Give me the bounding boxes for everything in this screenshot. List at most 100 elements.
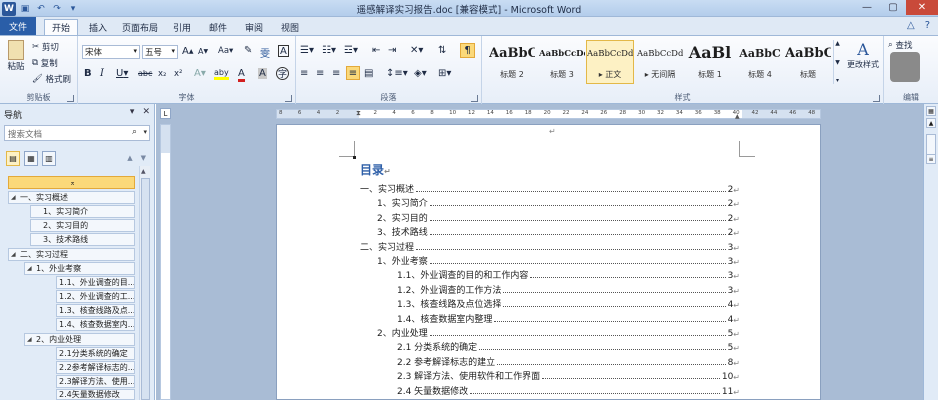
save-icon[interactable]: ▣ — [18, 2, 32, 16]
toc-entry[interactable]: 1、实习简介 2 ↵ — [377, 196, 740, 209]
word-logo-icon[interactable]: W — [2, 1, 16, 16]
styles-launcher-icon[interactable] — [873, 95, 880, 102]
font-launcher-icon[interactable] — [285, 95, 292, 102]
paste-button[interactable]: 粘贴 — [5, 40, 27, 72]
nav-heading[interactable]: 1、实习简介 — [30, 205, 135, 218]
superscript-button[interactable]: x² — [174, 69, 182, 79]
toc-entry[interactable]: 2.3 解译方法、使用软件和工作界面 10 ↵ — [397, 369, 740, 382]
chevron-down-icon[interactable]: ▾ — [143, 128, 147, 136]
expand-arrow-icon[interactable]: ◢ — [27, 336, 36, 343]
tab-review[interactable]: 审阅 — [238, 19, 270, 35]
enclose-char-button[interactable]: 字 — [276, 67, 289, 80]
search-icon[interactable]: ⌕ — [132, 127, 137, 137]
nav-heading[interactable]: 2.1分类系统的确定 — [56, 347, 135, 360]
copy-button[interactable]: ⧉ 复制 — [32, 57, 58, 69]
browse-results-icon[interactable]: ▥ — [42, 151, 56, 166]
tab-mailings[interactable]: 邮件 — [202, 19, 234, 35]
line-spacing-button[interactable]: ↕≡ ▾ — [386, 68, 408, 79]
toc-entry[interactable]: 1.2、外业调查的工作方法 3 ↵ — [397, 283, 740, 296]
nav-close-icon[interactable]: ✕ — [142, 107, 150, 117]
bold-button[interactable]: B — [84, 68, 92, 79]
tab-references[interactable]: 引用 — [166, 19, 198, 35]
toc-entry[interactable]: 2.2 参考解译标志的建立 8 ↵ — [397, 355, 740, 368]
minimize-icon[interactable]: — — [854, 0, 880, 15]
paragraph-launcher-icon[interactable] — [471, 95, 478, 102]
styles-scroll[interactable]: ▲ ▼ ▾ — [833, 40, 841, 84]
nav-heading[interactable]: ◢ 1、外业考察 — [24, 262, 135, 275]
toc-entry[interactable]: 二、实习过程 3 ↵ — [360, 240, 740, 253]
bullets-button[interactable]: ☰ ▾ — [300, 45, 314, 56]
align-right-button[interactable]: ≡ — [332, 68, 340, 79]
toc-entry[interactable]: 1.4、核查数据室内整理 4 ↵ — [397, 312, 740, 325]
vertical-ruler[interactable] — [160, 124, 171, 400]
nav-heading[interactable]: 3、技术路线 — [30, 233, 135, 246]
style-title[interactable]: AaBbC 标题 — [784, 40, 832, 84]
split-icon[interactable]: ≡ — [926, 154, 936, 164]
align-center-button[interactable]: ≡ — [316, 68, 324, 79]
nav-heading[interactable]: 1.1、外业调查的目... — [56, 276, 135, 289]
expand-arrow-icon[interactable]: ◢ — [11, 194, 20, 201]
tab-home[interactable]: 开始 — [44, 19, 78, 35]
strikethrough-button[interactable]: abc — [138, 69, 152, 78]
toc-entry[interactable]: 3、技术路线 2 ↵ — [377, 225, 740, 238]
document-scrollbar[interactable]: ▦ ▲ ≡ — [923, 104, 938, 400]
font-size-combo[interactable]: 五号 ▾ — [142, 45, 178, 59]
shrink-font-button[interactable]: A ▼ — [198, 47, 208, 56]
scroll-up-icon[interactable]: ▲ — [141, 168, 146, 175]
align-left-button[interactable]: ≡ — [300, 68, 308, 79]
cut-button[interactable]: ✂ 剪切 — [32, 41, 59, 53]
browse-pages-icon[interactable]: ▦ — [24, 151, 38, 166]
customize-icon[interactable]: ▾ — [66, 2, 80, 16]
toc-entry[interactable]: 1.1、外业调查的目的和工作内容 3 ↵ — [397, 268, 740, 281]
font-name-combo[interactable]: 宋体 ▾ — [82, 45, 140, 59]
horizontal-ruler[interactable]: 8 6 4 2 2 4 6 8 10 12 14 16 18 20 22 24 26 28 30 32 34 36 38 40… — [276, 109, 821, 120]
style-normal[interactable]: AaBbCcDd ▸ 正文 — [586, 40, 634, 84]
nav-heading[interactable]: 2.3解译方法、使用... — [56, 375, 135, 388]
nav-heading-current[interactable]: ⌅ — [8, 176, 135, 189]
sort-button[interactable]: ⇅ — [438, 45, 446, 56]
tab-file[interactable]: 文件 — [0, 17, 36, 35]
toc-entry[interactable]: 1、外业考察 3 ↵ — [377, 254, 740, 267]
close-icon[interactable]: ✕ — [906, 0, 938, 15]
borders-button[interactable]: ⊞ ▾ — [438, 68, 451, 79]
numbering-button[interactable]: ☷ ▾ — [322, 45, 336, 56]
chinese-layout-button[interactable]: ✕ ▾ — [410, 45, 423, 56]
tab-insert[interactable]: 插入 — [82, 19, 114, 35]
nav-heading[interactable]: 2.4矢量数据修改 — [56, 389, 135, 400]
nav-search-input[interactable]: 搜索文档 ⌕ ▾ — [4, 125, 150, 141]
next-heading-icon[interactable]: ▼ — [141, 154, 146, 162]
phonetic-button[interactable]: 雯 — [260, 45, 270, 60]
find-button[interactable]: ⌕ 查找 — [888, 39, 912, 51]
change-case-button[interactable]: Aa ▾ — [218, 46, 233, 56]
shading-button[interactable]: ◈ ▾ — [414, 68, 427, 79]
toc-entry[interactable]: 1.3、核查线路及点位选择 4 ↵ — [397, 297, 740, 310]
toc-entry[interactable]: 一、实习概述 2 ↵ — [360, 182, 740, 195]
distributed-button[interactable]: ▤ — [364, 68, 373, 79]
nav-heading[interactable]: ◢ 2、内业处理 — [24, 333, 135, 346]
char-shading-button[interactable]: A — [258, 68, 267, 79]
style-heading-1[interactable]: AaBl 标题 1 — [686, 40, 734, 84]
help-icon[interactable]: ? — [925, 20, 930, 31]
style-heading-2[interactable]: AaBbC 标题 2 — [488, 40, 536, 84]
previous-heading-icon[interactable]: ▲ — [127, 154, 132, 162]
redo-icon[interactable]: ↷ — [50, 2, 64, 16]
toc-entry[interactable]: 2.4 矢量数据修改 11 ↵ — [397, 384, 740, 397]
tab-selector-icon[interactable]: L — [160, 108, 171, 119]
style-no-spacing[interactable]: AaBbCcDd ▸ 无间隔 — [636, 40, 684, 84]
indent-marker-icon[interactable]: ⧗ — [356, 109, 361, 118]
nav-heading[interactable]: 1.3、核查线路及点... — [56, 304, 135, 317]
nav-menu-icon[interactable]: ▾ — [130, 107, 135, 117]
toc-entry[interactable]: 2、内业处理 5 ↵ — [377, 326, 740, 339]
text-effects-button[interactable]: A ▾ — [194, 68, 206, 79]
tab-view[interactable]: 视图 — [274, 19, 306, 35]
format-painter-button[interactable]: 🖌 格式刷 — [32, 73, 71, 85]
style-heading-4[interactable]: AaBbC 标题 4 — [736, 40, 784, 84]
toc-entry[interactable]: 2、实习目的 2 ↵ — [377, 211, 740, 224]
italic-button[interactable]: I — [100, 68, 104, 79]
subscript-button[interactable]: x₂ — [158, 69, 166, 79]
highlight-button[interactable]: aby — [214, 68, 229, 80]
nav-scroll-thumb[interactable] — [141, 178, 150, 400]
decrease-indent-button[interactable]: ⇤ — [372, 45, 380, 56]
replace-button[interactable] — [890, 52, 920, 82]
font-color-button[interactable]: A — [238, 68, 245, 82]
